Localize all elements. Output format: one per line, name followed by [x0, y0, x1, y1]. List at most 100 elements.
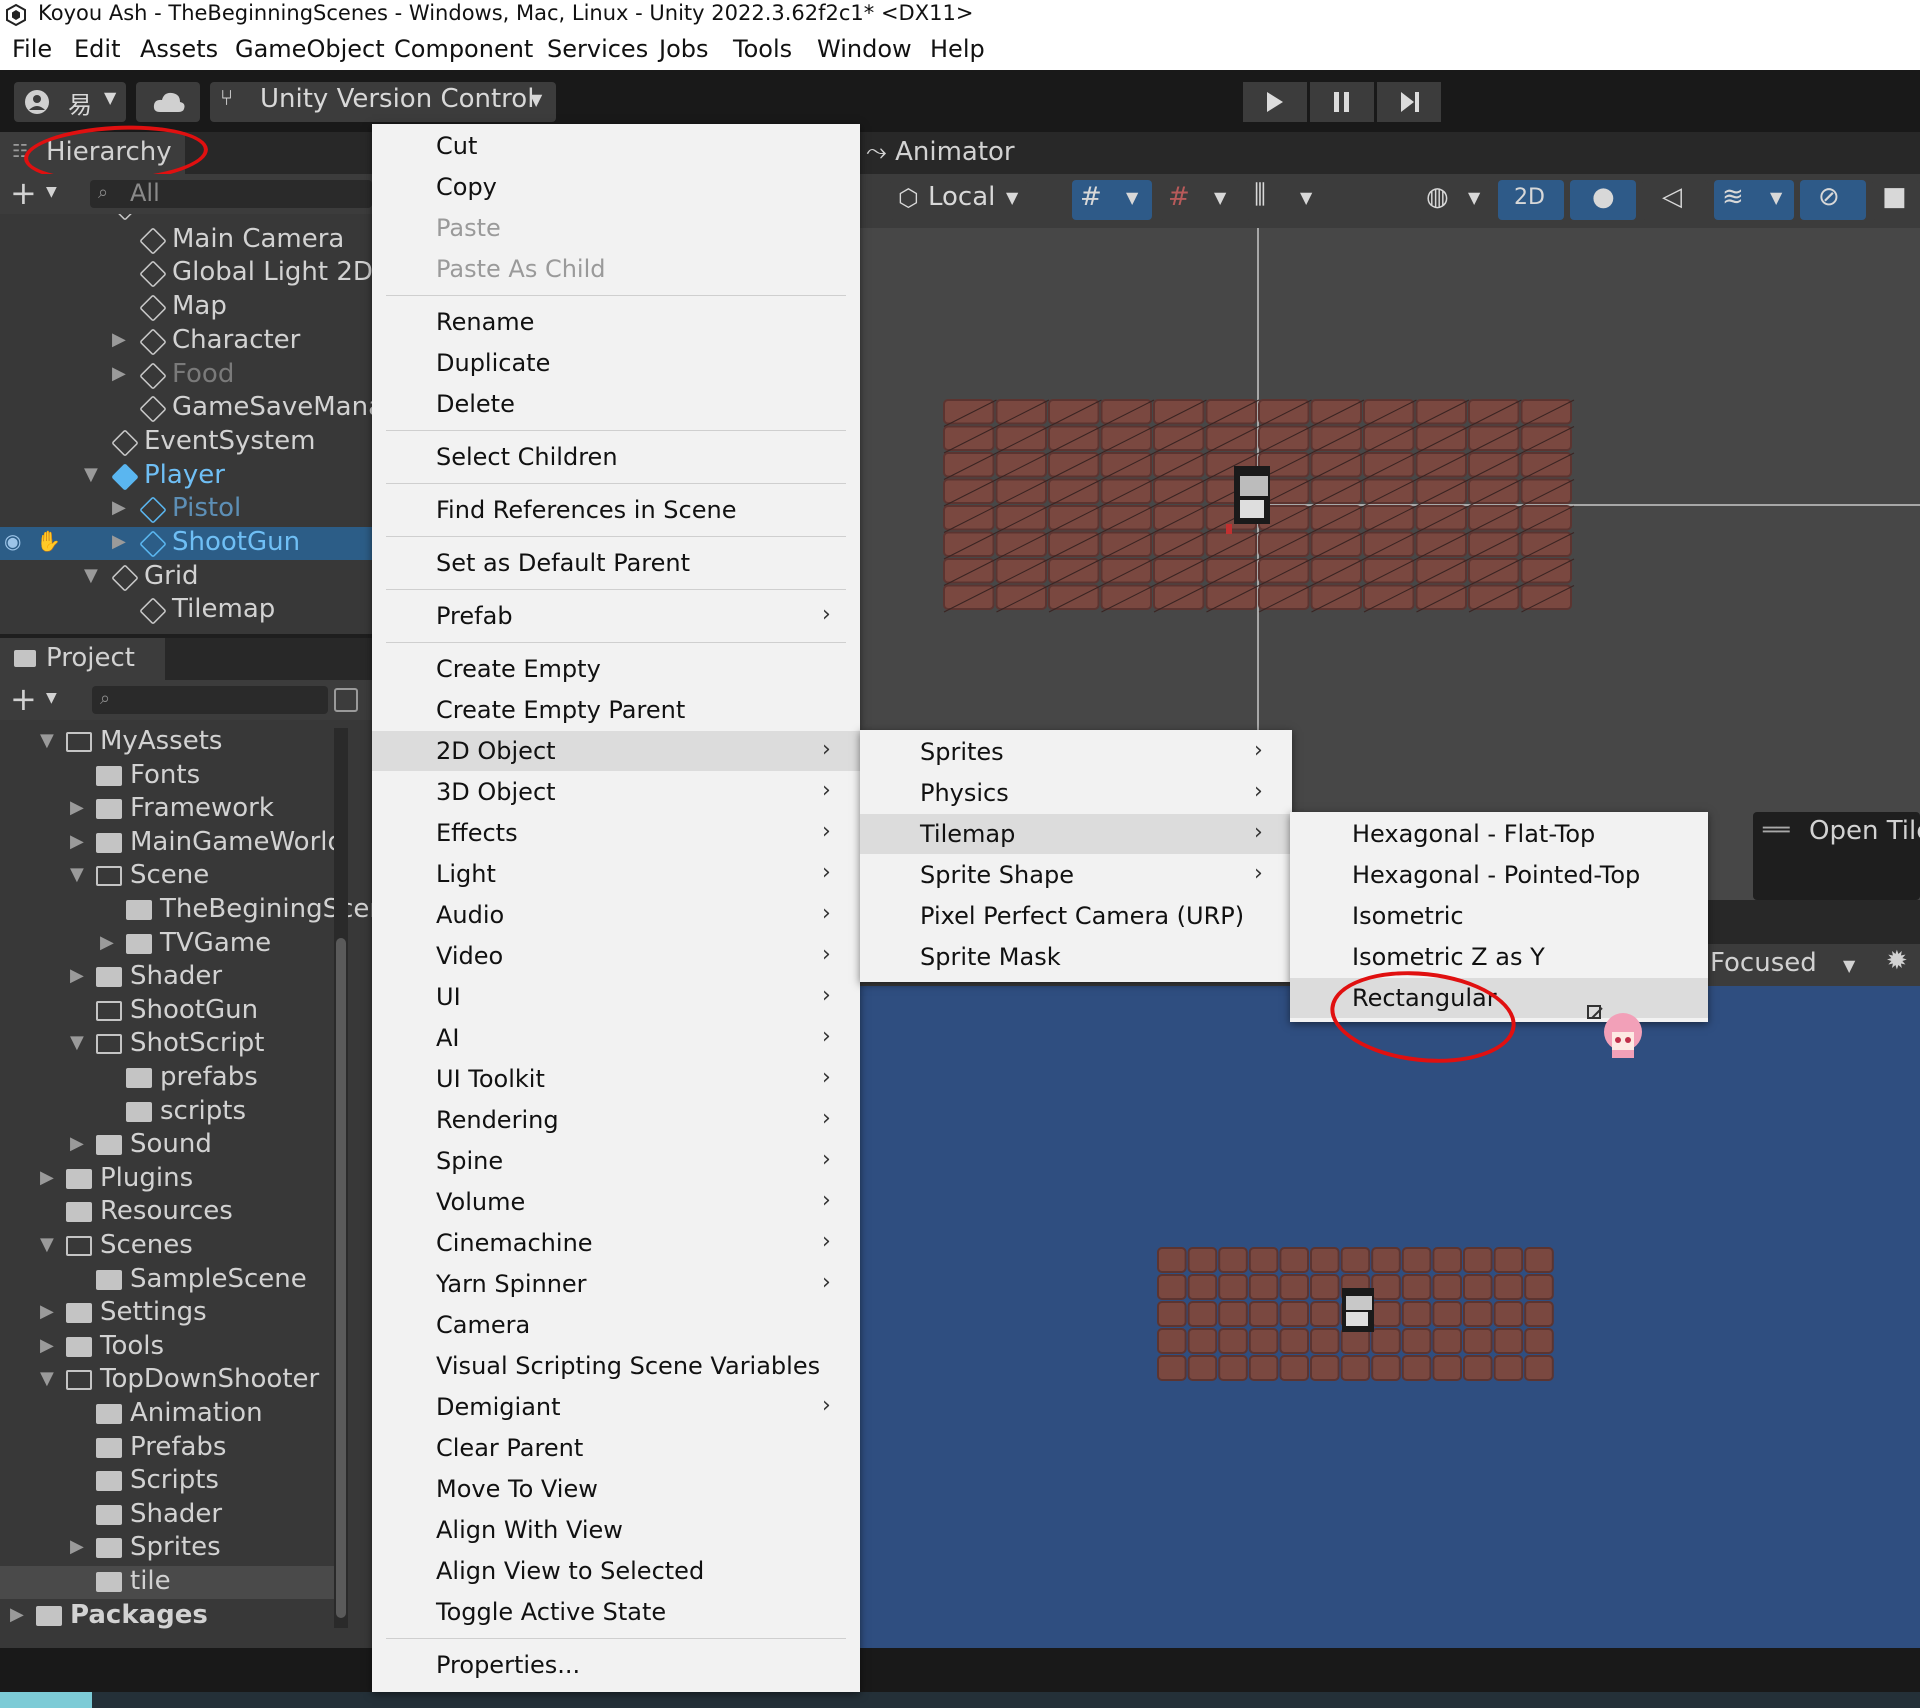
increment-snap-button[interactable]: ⫼ ▼: [1246, 180, 1326, 220]
collapse-arrow-icon[interactable]: ▶: [40, 1335, 54, 1356]
tab-animator[interactable]: ⤳ Animator: [866, 137, 1015, 168]
collapse-arrow-icon[interactable]: ▶: [40, 1167, 54, 1188]
context-menu-item[interactable]: Align With View: [372, 1510, 860, 1550]
project-item[interactable]: ▶ Plugins: [0, 1163, 340, 1196]
tab-project[interactable]: Project: [0, 638, 165, 680]
collapse-arrow-icon[interactable]: ▶: [112, 363, 126, 384]
collapse-arrow-icon[interactable]: ▶: [70, 1536, 84, 1557]
submenu-2d-item[interactable]: Pixel Perfect Camera (URP): [860, 896, 1292, 936]
menu-services[interactable]: Services: [547, 35, 648, 63]
context-menu-item[interactable]: Yarn Spinner ›: [372, 1264, 860, 1304]
collapse-arrow-icon[interactable]: ▶: [70, 1133, 84, 1154]
hierarchy-item[interactable]: Map: [0, 291, 372, 324]
context-menu-item[interactable]: Effects ›: [372, 813, 860, 853]
menu-component[interactable]: Component: [394, 35, 533, 63]
context-menu-item[interactable]: Copy: [372, 167, 860, 207]
effects-dropdown[interactable]: ≋ ▼: [1714, 180, 1794, 220]
context-menu-item[interactable]: Rendering ›: [372, 1100, 860, 1140]
collapse-arrow-icon[interactable]: ▶: [10, 1604, 24, 1625]
context-menu-item[interactable]: Cut: [372, 126, 860, 166]
collapse-arrow-icon[interactable]: ▶: [112, 329, 126, 350]
add-icon[interactable]: +: [10, 174, 37, 212]
expand-arrow-icon[interactable]: ▼: [84, 464, 98, 485]
project-item[interactable]: ▼ Scenes: [0, 1230, 340, 1263]
play-button[interactable]: [1243, 82, 1307, 122]
context-menu-item[interactable]: Cinemachine ›: [372, 1223, 860, 1263]
chevron-down-icon[interactable]: ▼: [46, 184, 57, 200]
project-item[interactable]: ▼ Scene: [0, 860, 340, 893]
submenu-2d-item[interactable]: Tilemap ›: [860, 814, 1292, 854]
context-menu-item[interactable]: UI ›: [372, 977, 860, 1017]
project-item[interactable]: ▶ Packages: [0, 1600, 340, 1633]
open-tile-palette-button[interactable]: ══ Open Tile: [1753, 812, 1920, 900]
project-item[interactable]: Resources: [0, 1196, 340, 1229]
project-search-input[interactable]: ⌕: [92, 686, 328, 714]
scene-visibility-toggle[interactable]: ⊘: [1800, 180, 1866, 220]
project-item[interactable]: ▼ TopDownShooter: [0, 1364, 340, 1397]
context-menu-item[interactable]: Align View to Selected: [372, 1551, 860, 1591]
collapse-arrow-icon[interactable]: ▶: [70, 797, 84, 818]
context-menu-item[interactable]: 3D Object ›: [372, 772, 860, 812]
version-control-dropdown[interactable]: ⑂ Unity Version Control ▼: [210, 82, 556, 122]
submenu-2d-item[interactable]: Physics ›: [860, 773, 1292, 813]
context-menu-item[interactable]: Spine ›: [372, 1141, 860, 1181]
submenu-2d-item[interactable]: Sprite Shape ›: [860, 855, 1292, 895]
context-menu-item[interactable]: Move To View: [372, 1469, 860, 1509]
context-menu-item[interactable]: Rename: [372, 302, 860, 342]
toggle-2d-button[interactable]: 2D: [1498, 180, 1564, 220]
grid-visibility-button[interactable]: # ▼: [1160, 180, 1240, 220]
project-item[interactable]: ▶ Framework: [0, 793, 340, 826]
add-icon[interactable]: +: [10, 680, 37, 718]
context-menu-item[interactable]: Find References in Scene: [372, 490, 860, 530]
context-menu-item[interactable]: Video ›: [372, 936, 860, 976]
hierarchy-item[interactable]: EventSystem: [0, 426, 372, 459]
menu-help[interactable]: Help: [930, 35, 985, 63]
project-item[interactable]: TheBeginingScenes: [0, 894, 372, 927]
pivot-rotation-dropdown[interactable]: ⬡ Local ▼: [890, 180, 1028, 220]
project-item[interactable]: scripts: [0, 1096, 340, 1129]
hierarchy-item[interactable]: ▼ Player: [0, 460, 372, 493]
project-item[interactable]: Prefabs: [0, 1432, 340, 1465]
focus-mode-dropdown[interactable]: Focused ▼: [1710, 948, 1855, 978]
cloud-button[interactable]: [136, 82, 200, 122]
project-item[interactable]: ▼ ShotScript: [0, 1028, 340, 1061]
context-menu-item[interactable]: Clear Parent: [372, 1428, 860, 1468]
expand-arrow-icon[interactable]: ▼: [84, 565, 98, 586]
hierarchy-item[interactable]: Tilemap: [0, 594, 372, 627]
grid-snap-button[interactable]: # ▼: [1072, 180, 1152, 220]
pause-button[interactable]: [1310, 82, 1374, 122]
hierarchy-search-input[interactable]: ⌕ All: [90, 179, 372, 208]
hierarchy-item[interactable]: Main Camera: [0, 224, 372, 257]
expand-arrow-icon[interactable]: ▼: [40, 1368, 54, 1389]
submenu-2d-item[interactable]: Sprites ›: [860, 732, 1292, 772]
project-item[interactable]: ▶ Settings: [0, 1297, 340, 1330]
context-menu-item[interactable]: Audio ›: [372, 895, 860, 935]
audio-toggle[interactable]: ◁: [1642, 180, 1708, 220]
collapse-arrow-icon[interactable]: ▶: [70, 831, 84, 852]
scrollbar-thumb[interactable]: [336, 938, 346, 1618]
collapse-arrow-icon[interactable]: ▶: [112, 497, 126, 518]
project-item[interactable]: Fonts: [0, 760, 340, 793]
project-item[interactable]: ▶ TVGame: [0, 928, 340, 961]
menu-jobs[interactable]: Jobs: [659, 35, 709, 63]
submenu-tilemap-item[interactable]: Isometric Z as Y: [1290, 937, 1708, 977]
hierarchy-item[interactable]: ▼ Grid: [0, 561, 372, 594]
taskbar-start[interactable]: [0, 1692, 92, 1708]
hierarchy-item[interactable]: Global Light 2D: [0, 257, 372, 290]
hierarchy-item[interactable]: ▶ Character: [0, 325, 372, 358]
hierarchy-item[interactable]: ▼ GameRoot: [0, 214, 372, 223]
project-item[interactable]: ▶ Shader: [0, 961, 340, 994]
submenu-tilemap-item[interactable]: Isometric: [1290, 896, 1708, 936]
pickable-hand-icon[interactable]: ✋: [36, 529, 61, 553]
project-item[interactable]: ▶ Sprites: [0, 1532, 340, 1565]
submenu-2d-item[interactable]: Sprite Mask: [860, 937, 1292, 977]
lighting-toggle[interactable]: ●: [1570, 180, 1636, 220]
step-button[interactable]: [1377, 82, 1441, 122]
bug-icon[interactable]: ✹: [1886, 946, 1908, 976]
context-menu-item[interactable]: Delete: [372, 384, 860, 424]
context-menu-item[interactable]: Volume ›: [372, 1182, 860, 1222]
project-item[interactable]: ▶ Tools: [0, 1331, 340, 1364]
expand-arrow-icon[interactable]: ▼: [40, 1234, 54, 1255]
context-menu-item[interactable]: Camera: [372, 1305, 860, 1345]
context-menu-item[interactable]: UI Toolkit ›: [372, 1059, 860, 1099]
